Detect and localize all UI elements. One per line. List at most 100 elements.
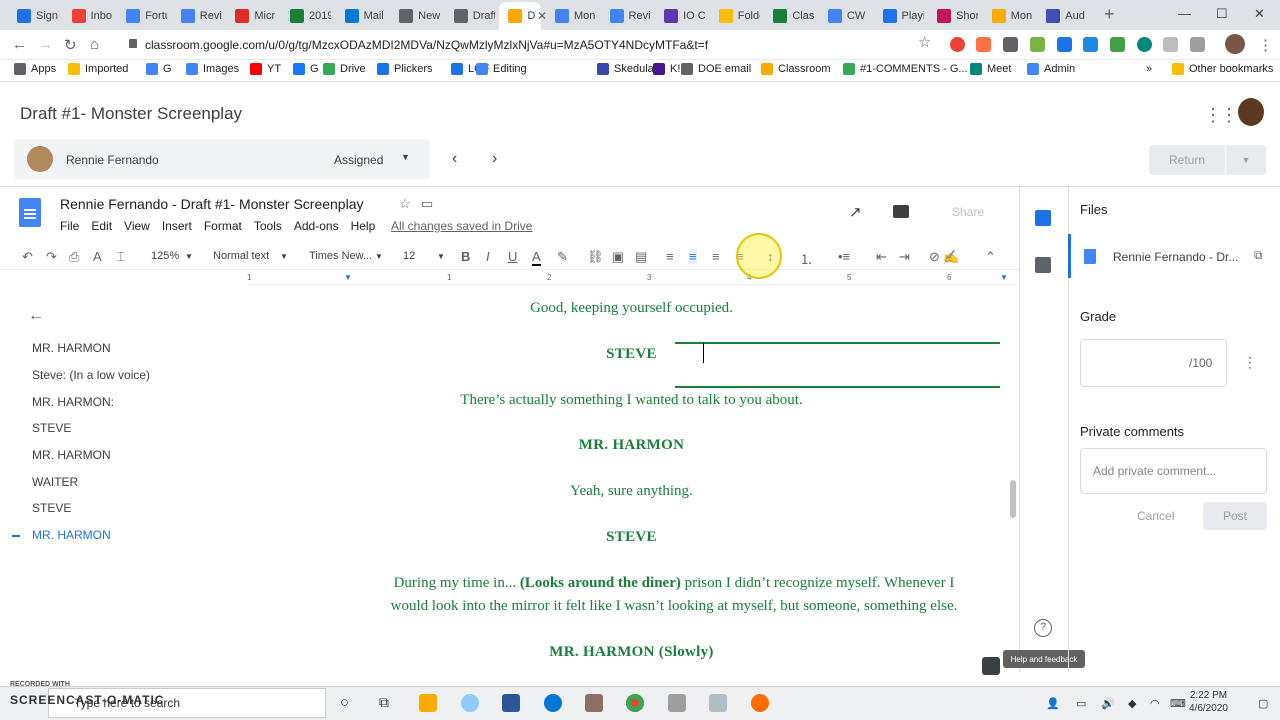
extension-icon[interactable] xyxy=(1030,37,1045,52)
add-comment-icon[interactable]: ▣ xyxy=(612,249,624,265)
cortana-icon[interactable]: ○ xyxy=(340,694,349,711)
menu-item-insert[interactable]: Insert xyxy=(162,219,192,233)
browser-tab[interactable]: Folde xyxy=(710,2,760,30)
edge-icon[interactable] xyxy=(544,694,562,712)
bookmark-item[interactable]: YT xyxy=(250,63,281,75)
people-icon[interactable]: 👤 xyxy=(1046,697,1060,710)
previous-student-icon[interactable]: ‹ xyxy=(452,150,457,168)
text-color-icon[interactable]: A xyxy=(532,249,541,266)
help-icon[interactable]: ? xyxy=(1034,619,1052,637)
browser-tab[interactable]: Micr xyxy=(226,2,276,30)
extension-icon[interactable] xyxy=(1057,37,1072,52)
star-icon[interactable]: ☆ xyxy=(399,196,411,212)
firefox-icon[interactable] xyxy=(751,694,769,712)
maximize-icon[interactable]: ☐ xyxy=(1216,6,1228,22)
bookmark-item[interactable]: Meet xyxy=(970,63,1011,75)
outline-item[interactable]: MR. HARMON xyxy=(32,448,111,462)
bulleted-list-icon[interactable]: •≡ xyxy=(838,249,850,264)
docs-logo-icon[interactable] xyxy=(19,198,41,227)
bold-icon[interactable]: B xyxy=(461,249,470,264)
cancel-button[interactable]: Cancel xyxy=(1137,509,1174,523)
return-button[interactable]: Return xyxy=(1149,145,1225,175)
bookmark-item[interactable]: DOE email xyxy=(681,63,751,75)
browser-tab[interactable]: New xyxy=(390,2,440,30)
extension-icon[interactable] xyxy=(1110,37,1125,52)
print-icon[interactable]: ⎙ xyxy=(69,249,79,265)
new-tab-button[interactable]: + xyxy=(1104,4,1115,25)
bookmark-item[interactable]: K! xyxy=(653,63,680,75)
horizontal-scrollbar[interactable] xyxy=(249,675,1014,685)
bookmark-item[interactable]: #1-COMMENTS - G... xyxy=(843,63,968,75)
reload-icon[interactable]: ↻ xyxy=(64,36,77,54)
browser-tab[interactable]: Revi xyxy=(601,2,651,30)
bookmark-item[interactable]: Classroom xyxy=(761,63,831,75)
move-folder-icon[interactable]: ▭ xyxy=(421,196,433,212)
paint-format-icon[interactable]: ⌶ xyxy=(117,249,125,265)
selected-table-cell[interactable] xyxy=(675,342,1000,388)
browser-tab[interactable]: Inbo xyxy=(63,2,113,30)
address-bar[interactable]: classroom.google.com/u/0/g/tg/MzcxODAzMD… xyxy=(113,34,943,56)
menu-item-edit[interactable]: Edit xyxy=(91,219,112,233)
comment-history-icon[interactable] xyxy=(893,205,909,218)
browser-tab[interactable]: Mail xyxy=(336,2,386,30)
font-select[interactable]: Times New... xyxy=(309,250,372,262)
insert-image-icon[interactable]: ▤ xyxy=(635,249,647,265)
extension-icon[interactable] xyxy=(1137,37,1152,52)
menu-item-view[interactable]: View xyxy=(124,219,150,233)
taskbar-app-icon[interactable] xyxy=(668,694,686,712)
task-view-icon[interactable]: ⧉ xyxy=(379,694,389,711)
extension-icon[interactable] xyxy=(1163,37,1178,52)
outline-item[interactable]: Steve: (In a low voice) xyxy=(32,368,150,382)
left-indent-marker[interactable]: ▼ xyxy=(344,273,352,282)
forward-icon[interactable]: → xyxy=(38,36,53,53)
language-icon[interactable]: ⌨ xyxy=(1170,697,1186,710)
outline-item[interactable]: WAITER xyxy=(32,475,78,489)
classroom-files-icon[interactable] xyxy=(1035,210,1051,226)
browser-tab[interactable]: Mon xyxy=(983,2,1033,30)
minimize-icon[interactable]: — xyxy=(1178,6,1191,21)
browser-tab[interactable]: Sign xyxy=(8,2,58,30)
bookmarks-more-icon[interactable]: » xyxy=(1146,63,1152,75)
browser-tab[interactable]: Revi xyxy=(172,2,222,30)
outline-item[interactable]: MR. HARMON xyxy=(32,341,111,355)
align-center-icon[interactable]: ≡ xyxy=(689,249,697,264)
bookmark-star-icon[interactable]: ☆ xyxy=(918,33,931,51)
document-scrollbar[interactable] xyxy=(1010,480,1016,518)
browser-tab[interactable]: Mon xyxy=(546,2,596,30)
bookmark-item[interactable]: Editing xyxy=(476,63,527,75)
bookmark-item[interactable]: Admin xyxy=(1027,63,1075,75)
taskbar-app-icon[interactable] xyxy=(585,694,603,712)
bookmark-item[interactable]: Skedula xyxy=(597,63,654,75)
other-bookmarks[interactable]: Other bookmarks xyxy=(1172,63,1273,75)
extension-icon[interactable] xyxy=(1003,37,1018,52)
browser-tab[interactable]: 2019 xyxy=(281,2,331,30)
bookmark-item[interactable]: Apps xyxy=(14,63,56,75)
underline-icon[interactable]: U xyxy=(508,249,517,264)
browser-tab[interactable]: Draft xyxy=(445,2,495,30)
numbered-list-icon[interactable]: ⒈ xyxy=(800,249,813,268)
chrome-icon[interactable] xyxy=(626,694,644,712)
taskbar-app-icon[interactable] xyxy=(709,694,727,712)
post-button[interactable]: Post xyxy=(1203,502,1267,530)
input-tools-icon[interactable]: ✍ xyxy=(943,249,959,265)
notifications-icon[interactable]: ▢ xyxy=(1258,697,1268,710)
taskbar-app-icon[interactable] xyxy=(461,694,479,712)
taskbar-clock[interactable]: 2:22 PM 4/6/2020 xyxy=(1189,689,1228,715)
volume-icon[interactable]: 🔊 xyxy=(1101,697,1115,710)
zoom-select[interactable]: 125% xyxy=(151,250,179,262)
dropbox-icon[interactable]: ◆ xyxy=(1128,697,1136,710)
style-select[interactable]: Normal text xyxy=(213,250,269,262)
browser-tab[interactable]: D xyxy=(499,2,542,30)
bookmark-item[interactable]: Images xyxy=(186,63,239,75)
undo-icon[interactable]: ↶ xyxy=(22,249,33,265)
close-window-icon[interactable]: ✕ xyxy=(1254,6,1265,22)
horizontal-ruler[interactable] xyxy=(249,271,1014,285)
font-size-select[interactable]: 12 xyxy=(403,250,415,262)
save-status[interactable]: All changes saved in Drive xyxy=(391,219,532,233)
extension-icon[interactable] xyxy=(1083,37,1098,52)
redo-icon[interactable]: ↷ xyxy=(46,249,57,265)
bookmark-item[interactable]: Plickers xyxy=(377,63,433,75)
outline-item[interactable]: MR. HARMON: xyxy=(32,395,114,409)
share-button[interactable]: Share xyxy=(930,199,1006,225)
browser-tab[interactable]: Playi xyxy=(874,2,924,30)
